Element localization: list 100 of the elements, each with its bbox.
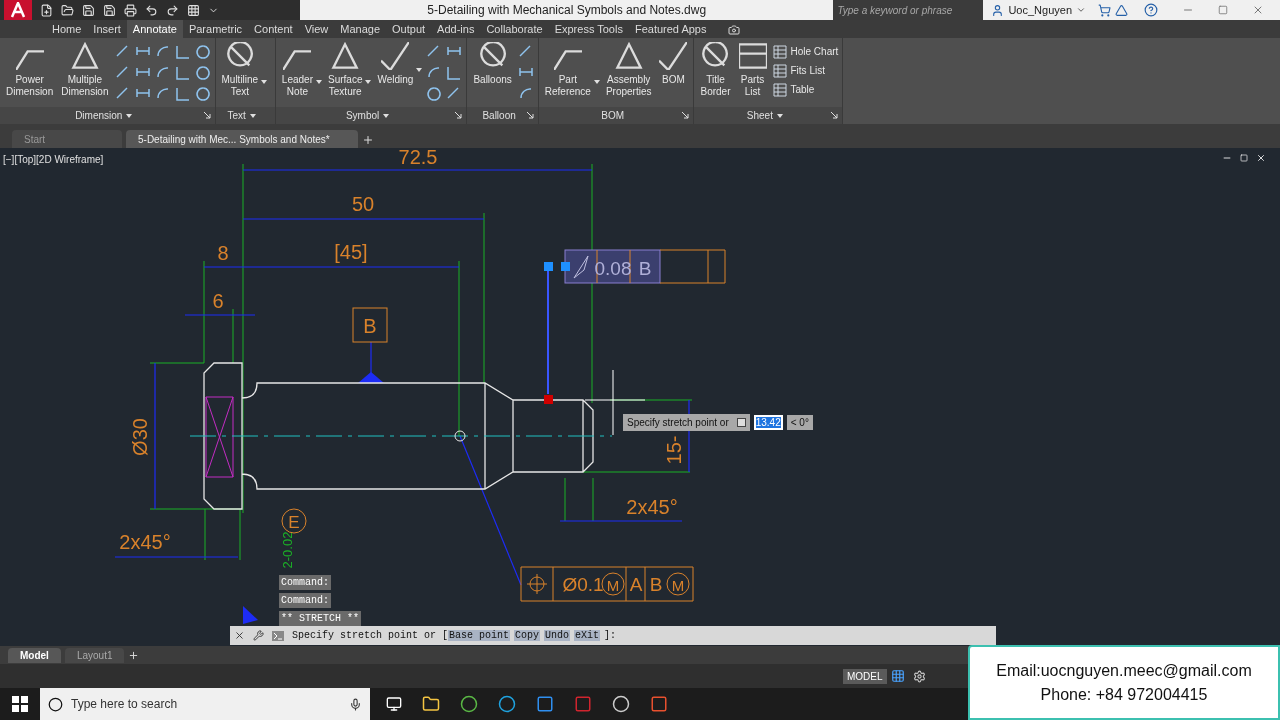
ribbon-tool-button[interactable]: Parts List bbox=[736, 42, 769, 98]
dropdown-caret-icon[interactable] bbox=[316, 80, 322, 84]
toolbar-icon[interactable] bbox=[166, 3, 179, 17]
toolbar-icon[interactable] bbox=[40, 3, 53, 17]
frame-cell-text: M bbox=[606, 577, 620, 594]
panel-title: Symbol bbox=[345, 109, 380, 123]
grid-icon[interactable] bbox=[890, 669, 905, 683]
app-icon[interactable] bbox=[460, 695, 478, 713]
panel-launcher-icon[interactable] bbox=[682, 112, 690, 119]
file-tab[interactable]: 5-Detailing with Mec... Symbols and Notes* bbox=[126, 130, 358, 148]
app-icon[interactable] bbox=[650, 695, 668, 713]
ribbon-tab[interactable]: Collaborate bbox=[480, 20, 549, 38]
dropdown-caret-icon[interactable] bbox=[593, 80, 600, 84]
new-layout-icon[interactable] bbox=[128, 649, 140, 661]
toolbar-icon[interactable] bbox=[145, 3, 158, 17]
ribbon-list-tool[interactable]: Hole Chart bbox=[772, 44, 839, 59]
ribbon-tool-button[interactable]: Leader Note bbox=[279, 42, 315, 98]
ribbon-tab[interactable]: Parametric bbox=[182, 20, 249, 38]
tooltip-text: Specify stretch point or bbox=[627, 416, 729, 430]
dropdown-caret-icon[interactable] bbox=[383, 113, 390, 118]
ribbon-tab[interactable]: Output bbox=[386, 20, 432, 38]
dropdown-caret-icon[interactable] bbox=[365, 80, 372, 84]
dimension-text: 8 bbox=[217, 242, 229, 264]
ribbon-tab[interactable]: Insert bbox=[87, 20, 127, 38]
panel-launcher-icon[interactable] bbox=[831, 112, 839, 119]
ribbon-tab[interactable]: Add-ins bbox=[431, 20, 481, 38]
ribbon-tool-button[interactable]: Title Border bbox=[698, 42, 733, 98]
panel-launcher-icon[interactable] bbox=[203, 112, 211, 119]
tool-icon[interactable] bbox=[174, 86, 191, 102]
toolbar-icon[interactable] bbox=[61, 3, 74, 17]
tool-icon bbox=[331, 42, 360, 70]
ribbon-tab[interactable]: Express Tools bbox=[548, 20, 629, 38]
ribbon-tab[interactable]: Annotate bbox=[126, 20, 183, 38]
tool-icon[interactable] bbox=[426, 86, 443, 102]
ribbon-tool-button[interactable]: Surface Texture bbox=[326, 42, 365, 98]
app-logo-icon[interactable] bbox=[4, 0, 32, 20]
close-icon[interactable] bbox=[1256, 153, 1266, 163]
triangle-icon[interactable] bbox=[1115, 3, 1128, 17]
close-icon[interactable] bbox=[234, 630, 245, 641]
distance-input[interactable]: 13.42 bbox=[753, 415, 783, 430]
dropdown-caret-icon[interactable] bbox=[776, 113, 783, 118]
tool-icon[interactable] bbox=[194, 86, 211, 102]
ribbon-tool-button[interactable]: BOM bbox=[657, 42, 690, 86]
tool-icon[interactable] bbox=[194, 44, 211, 60]
dropdown-caret-icon[interactable] bbox=[1076, 5, 1086, 15]
layout-tab[interactable]: Model bbox=[8, 647, 61, 663]
toolbar-icon[interactable] bbox=[187, 3, 200, 17]
new-tab-icon[interactable] bbox=[362, 134, 374, 146]
ribbon-tool-button[interactable]: Welding bbox=[375, 42, 416, 86]
ribbon-tool-button[interactable]: Balloons bbox=[471, 42, 514, 86]
taskbar-search-field[interactable]: Type here to search bbox=[40, 688, 370, 720]
options-icon[interactable] bbox=[736, 418, 746, 427]
windows-start-icon[interactable] bbox=[12, 696, 28, 712]
angle-input[interactable]: < 0° bbox=[786, 415, 813, 430]
toolbar-icon[interactable] bbox=[124, 3, 137, 17]
microphone-icon[interactable] bbox=[349, 697, 362, 711]
app-icon[interactable] bbox=[536, 695, 554, 713]
ribbon-tab[interactable]: Content bbox=[248, 20, 299, 38]
task-view-icon[interactable] bbox=[386, 696, 402, 712]
toolbar-icon[interactable] bbox=[82, 3, 95, 17]
ribbon-list-tool[interactable]: Table bbox=[772, 82, 839, 97]
panel-title: Dimension bbox=[75, 109, 123, 123]
ribbon-tab[interactable]: View bbox=[298, 20, 335, 38]
ribbon-tool-button[interactable]: Multiline Text bbox=[219, 42, 261, 98]
ribbon-tool-button[interactable]: Part Reference bbox=[542, 42, 593, 98]
tool-icon[interactable] bbox=[174, 44, 191, 60]
dropdown-caret-icon[interactable] bbox=[416, 68, 423, 72]
ribbon-tool-button[interactable]: Power Dimension bbox=[4, 42, 56, 98]
layout-tab[interactable]: Layout1 bbox=[64, 647, 125, 663]
search-field[interactable]: Type a keyword or phrase bbox=[833, 0, 984, 20]
app-icon[interactable] bbox=[498, 695, 516, 713]
panel-launcher-icon[interactable] bbox=[455, 112, 463, 119]
folder-icon[interactable] bbox=[422, 695, 440, 713]
model-space-button[interactable]: MODEL bbox=[843, 668, 887, 684]
help-icon[interactable] bbox=[1144, 3, 1158, 17]
tool-icon[interactable] bbox=[446, 65, 463, 81]
viewport-label[interactable]: [−][Top][2D Wireframe] bbox=[3, 152, 104, 167]
wrench-icon[interactable] bbox=[253, 630, 264, 641]
user-name[interactable]: Uoc_Nguyen bbox=[1008, 1, 1072, 19]
ribbon-tool-button[interactable]: Assembly Properties bbox=[603, 42, 654, 98]
tool-icon[interactable] bbox=[174, 65, 191, 81]
tool-icon[interactable] bbox=[194, 65, 211, 81]
ribbon-tab[interactable]: Manage bbox=[334, 20, 387, 38]
ribbon-tab[interactable]: Featured Apps bbox=[628, 20, 713, 38]
dropdown-caret-icon[interactable] bbox=[249, 113, 256, 118]
ribbon-tab[interactable]: Home bbox=[46, 20, 88, 38]
tool-icon bbox=[659, 42, 688, 70]
panel-launcher-icon[interactable] bbox=[526, 112, 534, 119]
camera-icon[interactable] bbox=[728, 24, 741, 36]
ribbon-list-tool[interactable]: Fits List bbox=[772, 63, 839, 78]
restore-icon[interactable] bbox=[1240, 154, 1248, 162]
datum-triangle bbox=[358, 372, 384, 383]
toolbar-icon[interactable] bbox=[103, 3, 116, 17]
grip-handle[interactable] bbox=[544, 395, 553, 404]
dropdown-caret-icon[interactable] bbox=[261, 80, 268, 84]
dimension-text: 72.5 bbox=[398, 148, 438, 168]
ribbon-tool-button[interactable]: Multiple Dimension bbox=[59, 42, 111, 98]
dropdown-caret-icon[interactable] bbox=[126, 113, 133, 118]
cart-icon[interactable] bbox=[1098, 3, 1111, 17]
user-icon[interactable] bbox=[991, 3, 1005, 17]
